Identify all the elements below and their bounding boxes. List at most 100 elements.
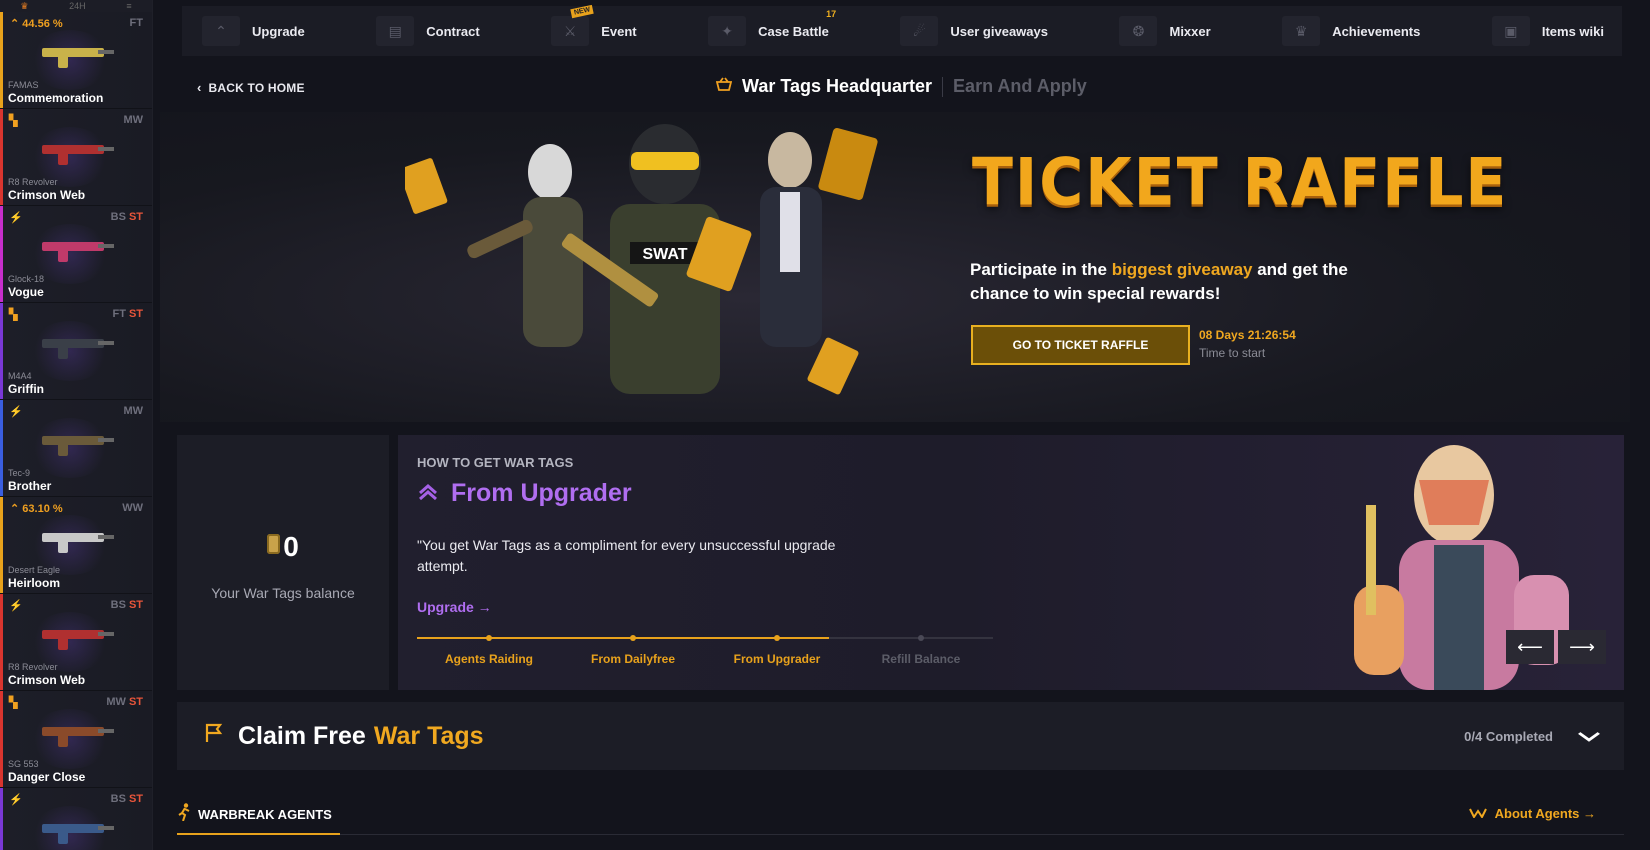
drop-source-icon: ⚡ <box>9 212 23 224</box>
condition-value: MW <box>106 696 126 708</box>
step-dot <box>918 635 924 641</box>
war-tag-w-icon <box>1468 806 1487 821</box>
count-badge: 17 <box>826 9 837 19</box>
weapon-image <box>42 339 114 359</box>
raffle-text-highlight: biggest giveaway <box>1111 260 1253 279</box>
nav-case-battle[interactable]: ✦ Case Battle 17 <box>708 9 836 46</box>
tab-24h[interactable]: 24H <box>69 1 86 11</box>
title-divider <box>942 76 944 97</box>
weapon-image <box>42 242 114 262</box>
live-drop-item[interactable]: ⚡ BS ST R8 Revolver Crimson Web <box>0 594 152 691</box>
svg-text:SWAT: SWAT <box>642 246 687 263</box>
step-refill-balance[interactable]: Refill Balance <box>849 635 993 666</box>
step-dot <box>630 635 636 641</box>
basket-icon <box>715 77 733 96</box>
skin-condition: MW ST <box>106 696 143 708</box>
live-drop-item[interactable]: ▚ FT ST M4A4 Griffin <box>0 303 152 400</box>
weapon-type: Tec-9 <box>8 468 31 478</box>
nav-contract[interactable]: ▤ Contract <box>376 16 480 46</box>
tab-label: WARBREAK AGENTS <box>198 806 332 822</box>
raffle-text-start: Participate in the <box>970 260 1112 279</box>
claim-title-white: Claim Free <box>238 721 366 750</box>
sidebar-tabs: ♛ 24H ≡ <box>0 0 152 12</box>
skin-condition: FT <box>130 17 143 29</box>
drop-source-icon: ⚡ <box>9 406 23 418</box>
war-tags-balance: 0 <box>177 531 389 563</box>
menu-icon[interactable]: ≡ <box>126 1 131 11</box>
live-drops-sidebar: ♛ 24H ≡ ⌃ 44.56 % FT FAMAS Commemoration ▚ MW… <box>0 0 153 850</box>
nav-label: User giveaways <box>950 23 1048 39</box>
live-drop-item[interactable]: ⌃ 44.56 % FT FAMAS Commemoration <box>0 12 152 109</box>
document-icon: ▤ <box>376 16 415 46</box>
ticket-raffle-logo: TICKET RAFFLE <box>972 145 1509 221</box>
step-agents-raiding[interactable]: Agents Raiding <box>417 635 561 666</box>
chevron-left-icon: ‹ <box>197 80 202 95</box>
weapon-type: FAMAS <box>8 80 39 90</box>
back-to-home-link[interactable]: ‹ BACK TO HOME <box>197 80 305 95</box>
drop-source-icon: ▚ <box>9 115 18 127</box>
next-arrow-button[interactable]: ⟶ <box>1558 630 1606 664</box>
nav-user-giveaways[interactable]: ☄ User giveaways <box>900 16 1048 46</box>
page-title: War Tags Headquarter Earn And Apply <box>715 76 1087 97</box>
live-drop-item[interactable]: ⌃ 63.10 % WW Desert Eagle Heirloom <box>0 497 152 594</box>
upgrade-arrow-icon: ⌃ <box>202 16 240 46</box>
tab-warbreak-agents[interactable]: WARBREAK AGENTS <box>177 795 340 835</box>
crown-icon[interactable]: ♛ <box>20 1 28 12</box>
step-label: From Dailyfree <box>590 652 676 666</box>
balance-label: Your War Tags balance <box>211 585 355 601</box>
skin-condition: FT ST <box>112 308 143 320</box>
go-to-ticket-raffle-button[interactable]: GO TO TICKET RAFFLE <box>971 325 1190 365</box>
live-drop-item[interactable]: ⚡ BS ST Glock-18 Vogue <box>0 206 152 303</box>
chevron-down-icon[interactable] <box>1578 726 1600 747</box>
drop-source-icon: ▚ <box>9 309 18 321</box>
drop-source-icon: ⚡ <box>9 794 23 806</box>
running-agent-icon <box>177 803 191 825</box>
step-label: Agents Raiding <box>444 652 533 666</box>
skin-name: Vogue <box>8 285 44 299</box>
condition-value: FT <box>112 308 126 320</box>
live-drop-item[interactable]: ⚡ MW Tec-9 Brother <box>0 400 152 497</box>
step-from-dailyfree[interactable]: From Dailyfree <box>561 635 705 666</box>
weapon-type: Glock-18 <box>8 274 45 284</box>
top-navigation: ⌃ Upgrade ▤ Contract ⚔ Event NEW ✦ Case Battle 17… <box>182 4 1622 56</box>
skin-condition: MW <box>123 114 143 126</box>
raffle-countdown: 08 Days 21:26:54 <box>1199 328 1296 342</box>
skin-name: Brother <box>8 479 52 493</box>
mixxer-icon: ❂ <box>1119 16 1158 46</box>
skin-name: Danger Close <box>8 770 86 784</box>
live-drop-item[interactable]: ▚ MW R8 Revolver Crimson Web <box>0 109 152 206</box>
nav-event[interactable]: ⚔ Event NEW <box>551 4 637 46</box>
nav-mixxer[interactable]: ❂ Mixxer <box>1119 16 1211 46</box>
about-agents-link[interactable]: About Agents → <box>1468 795 1596 831</box>
skin-condition: BS ST <box>111 211 143 223</box>
live-drop-item[interactable]: ⚡ BS ST <box>0 788 152 850</box>
live-drop-item[interactable]: ▚ MW ST SG 553 Danger Close <box>0 691 152 788</box>
skin-name: Crimson Web <box>8 188 86 202</box>
weapon-type: Desert Eagle <box>8 565 61 575</box>
weapon-type: SG 553 <box>8 759 39 769</box>
stattrak-label: ST <box>128 793 143 805</box>
nav-upgrade[interactable]: ⌃ Upgrade <box>202 16 305 46</box>
nav-label: Case Battle <box>758 23 829 39</box>
page-subtitle: Earn And Apply <box>953 76 1087 96</box>
ticket-raffle-banner: SWAT TICKET RAFFLE <box>160 112 1630 422</box>
nav-achievements[interactable]: ♛ Achievements <box>1282 16 1420 46</box>
claim-title-gold: War Tags <box>373 721 484 750</box>
weapon-image <box>42 48 114 68</box>
skin-condition: BS ST <box>111 599 143 611</box>
step-from-upgrader[interactable]: From Upgrader <box>705 635 849 666</box>
upgrade-link[interactable]: Upgrade → <box>417 599 492 615</box>
weapon-image <box>42 533 114 553</box>
drop-source-icon: ▚ <box>9 697 18 709</box>
step-label: Refill Balance <box>881 652 961 666</box>
prev-arrow-button[interactable]: ⟵ <box>1506 630 1554 664</box>
weapon-type: R8 Revolver <box>8 662 58 672</box>
weapon-type: R8 Revolver <box>8 177 58 187</box>
war-tag-icon <box>267 534 281 554</box>
stattrak-label: ST <box>128 308 143 320</box>
weapon-image <box>42 436 114 456</box>
how-to-kicker: HOW TO GET WAR TAGS <box>417 455 574 470</box>
nav-items-wiki[interactable]: ▣ Items wiki <box>1491 16 1604 46</box>
claim-free-war-tags-bar[interactable]: Claim Free War Tags 0/4 Completed <box>177 702 1624 770</box>
nav-label: Event <box>601 23 637 39</box>
